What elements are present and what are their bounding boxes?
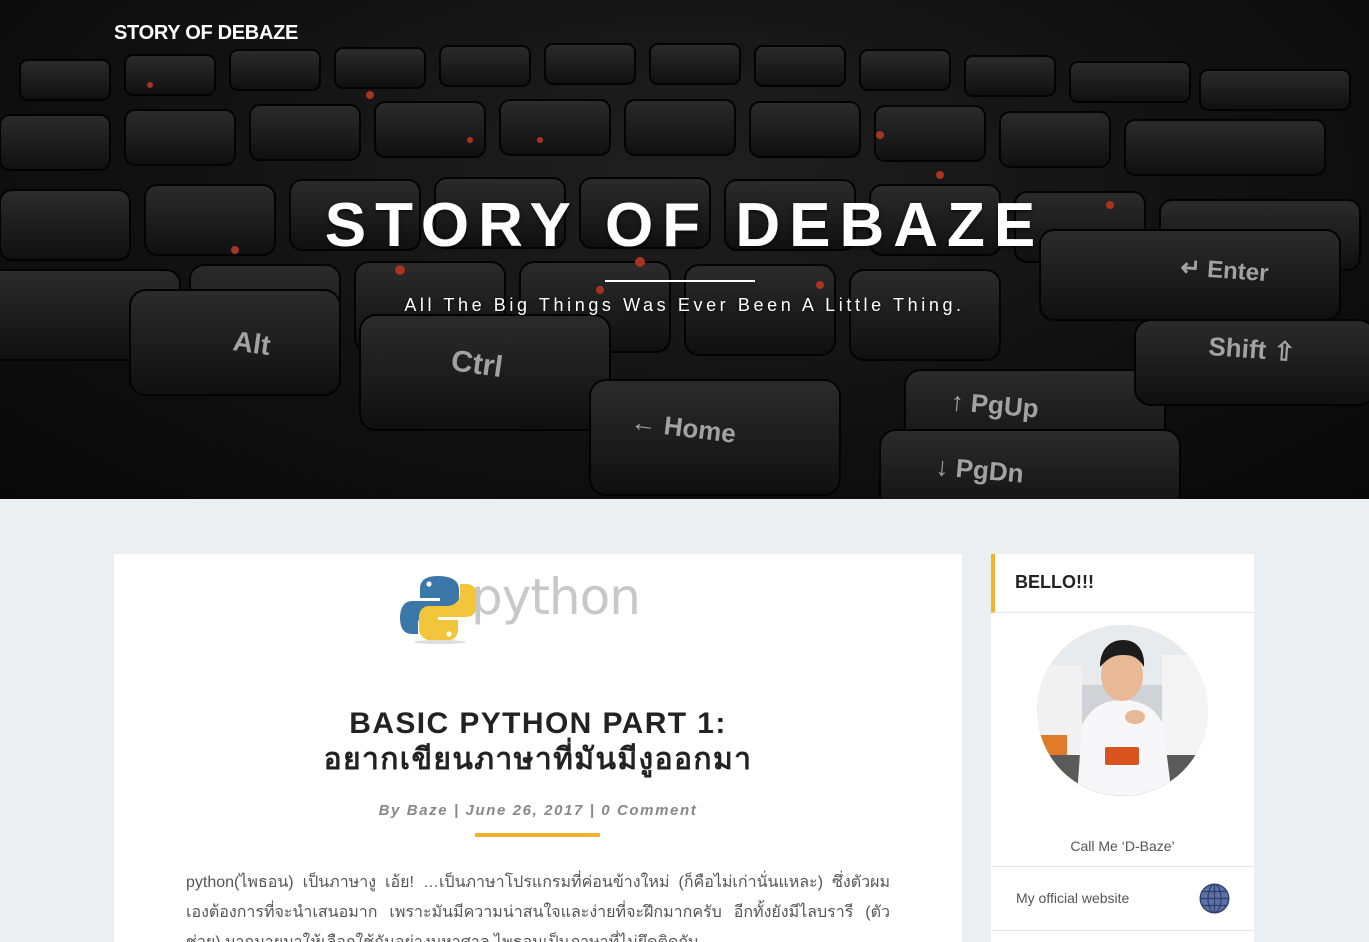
site-tagline: All The Big Things Was Ever Been A Littl… [404,295,965,315]
meta-by: By [378,802,401,819]
post-meta: By Baze | June 26, 2017 | 0 Comment [114,802,962,819]
profile-caption: Call Me ‘D-Baze’ [1070,838,1175,854]
post-title-line-2: อยากเขียนภาษาที่มันมีงูออกมา [323,743,753,776]
globe-icon [1199,883,1230,914]
meta-separator: | [453,802,460,819]
widget-header: BELLO!!! [991,554,1254,613]
about-widget: BELLO!!! Call Me ‘D-Baze’ My official we… [991,554,1254,942]
meta-date-link[interactable]: June 26, 2017 [466,802,584,819]
meta-separator: | [589,802,596,819]
post-title-link[interactable]: BASIC PYTHON PART 1: อยากเขียนภาษาที่มัน… [114,706,962,778]
divider [991,930,1254,931]
meta-author-link[interactable]: Baze [407,802,448,819]
meta-divider [475,833,600,837]
widget-title: BELLO!!! [1015,572,1094,592]
official-website-link[interactable]: My official website [991,867,1254,930]
profile-avatar [1037,625,1208,796]
post-title-line-1: BASIC PYTHON PART 1: [349,707,727,740]
post-excerpt: python(ไพธอน) เป็นภาษางู เอ้ย! …เป็นภาษา… [186,874,890,942]
hero-banner: Alt Ctrl ← Home ↑ PgUp ↓ PgDn ↵ Enter Sh… [0,0,1369,499]
python-logo-wordmark: python [471,568,641,626]
meta-comments-link[interactable]: 0 Comment [601,802,697,819]
official-website-label: My official website [1016,890,1130,906]
title-divider [605,280,755,282]
site-brand-link[interactable]: STORY OF DEBAZE [114,22,298,45]
site-title: STORY OF DEBAZE [324,191,1045,260]
post-card: python BASIC PYTHON PART 1: อยากเขียนภาษ… [114,554,962,942]
